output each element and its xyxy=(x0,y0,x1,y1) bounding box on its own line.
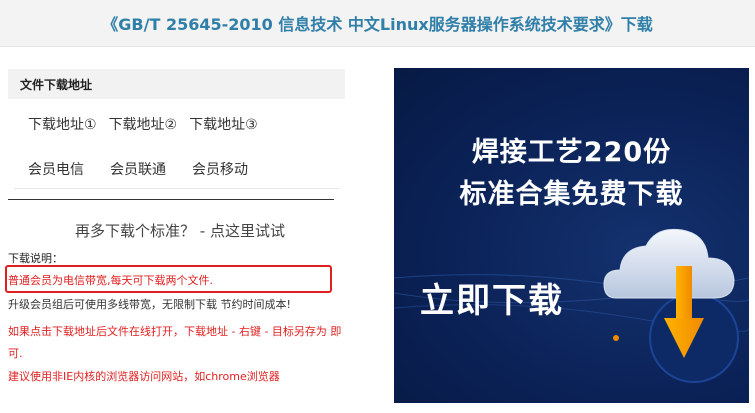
more-standards-link[interactable]: 再多下载个标准？ - 点这里试试 xyxy=(0,220,360,241)
download-links: 下载地址① 下载地址② 下载地址③ xyxy=(28,114,270,134)
panel-header: 文件下载地址 xyxy=(8,69,345,99)
download-notes-label: 下载说明： xyxy=(8,252,63,265)
member-link-telecom[interactable]: 会员电信 xyxy=(28,159,84,179)
download-link-2[interactable]: 下载地址② xyxy=(109,114,178,134)
note-normal-member: 普通会员为电信带宽,每天可下载两个文件. xyxy=(8,274,213,287)
separator-line xyxy=(8,199,334,200)
page: 《GB/T 25645-2010 信息技术 中文Linux服务器操作系统技术要求… xyxy=(0,0,755,413)
title-bar: 《GB/T 25645-2010 信息技术 中文Linux服务器操作系统技术要求… xyxy=(0,0,755,47)
member-link-unicom[interactable]: 会员联通 xyxy=(110,159,166,179)
ad-banner[interactable]: 焊接工艺220份 标准合集免费下载 立即下载 xyxy=(394,68,749,403)
divider xyxy=(14,188,340,189)
note-upgrade: 升级会员组后可使用多线带宽，无限制下载 节约时间成本! xyxy=(8,298,291,311)
ad-headline-2: 标准合集免费下载 xyxy=(459,179,684,210)
ad-headline-1: 焊接工艺220份 xyxy=(471,137,672,168)
cloud-download-icon xyxy=(603,228,739,383)
ad-download-now[interactable]: 立即下载 xyxy=(420,273,564,322)
member-links: 会员电信 会员联通 会员移动 xyxy=(28,159,274,179)
page-title: 《GB/T 25645-2010 信息技术 中文Linux服务器操作系统技术要求… xyxy=(102,15,653,34)
download-panel: 文件下载地址 下载地址① 下载地址② 下载地址③ 会员电信 会员联通 会员移动 … xyxy=(0,47,360,413)
note-save-as: 如果点击下载地址后文件在线打开，下载地址 - 右键 - 目标另存为 即可. xyxy=(8,325,342,360)
note-browser: 建议使用非IE内核的浏览器访问网站，如chrome浏览器 xyxy=(8,370,280,383)
download-link-3[interactable]: 下载地址③ xyxy=(189,114,258,134)
panel-header-label: 文件下载地址 xyxy=(20,77,93,92)
member-link-mobile[interactable]: 会员移动 xyxy=(192,159,248,179)
download-link-1[interactable]: 下载地址① xyxy=(28,114,97,134)
